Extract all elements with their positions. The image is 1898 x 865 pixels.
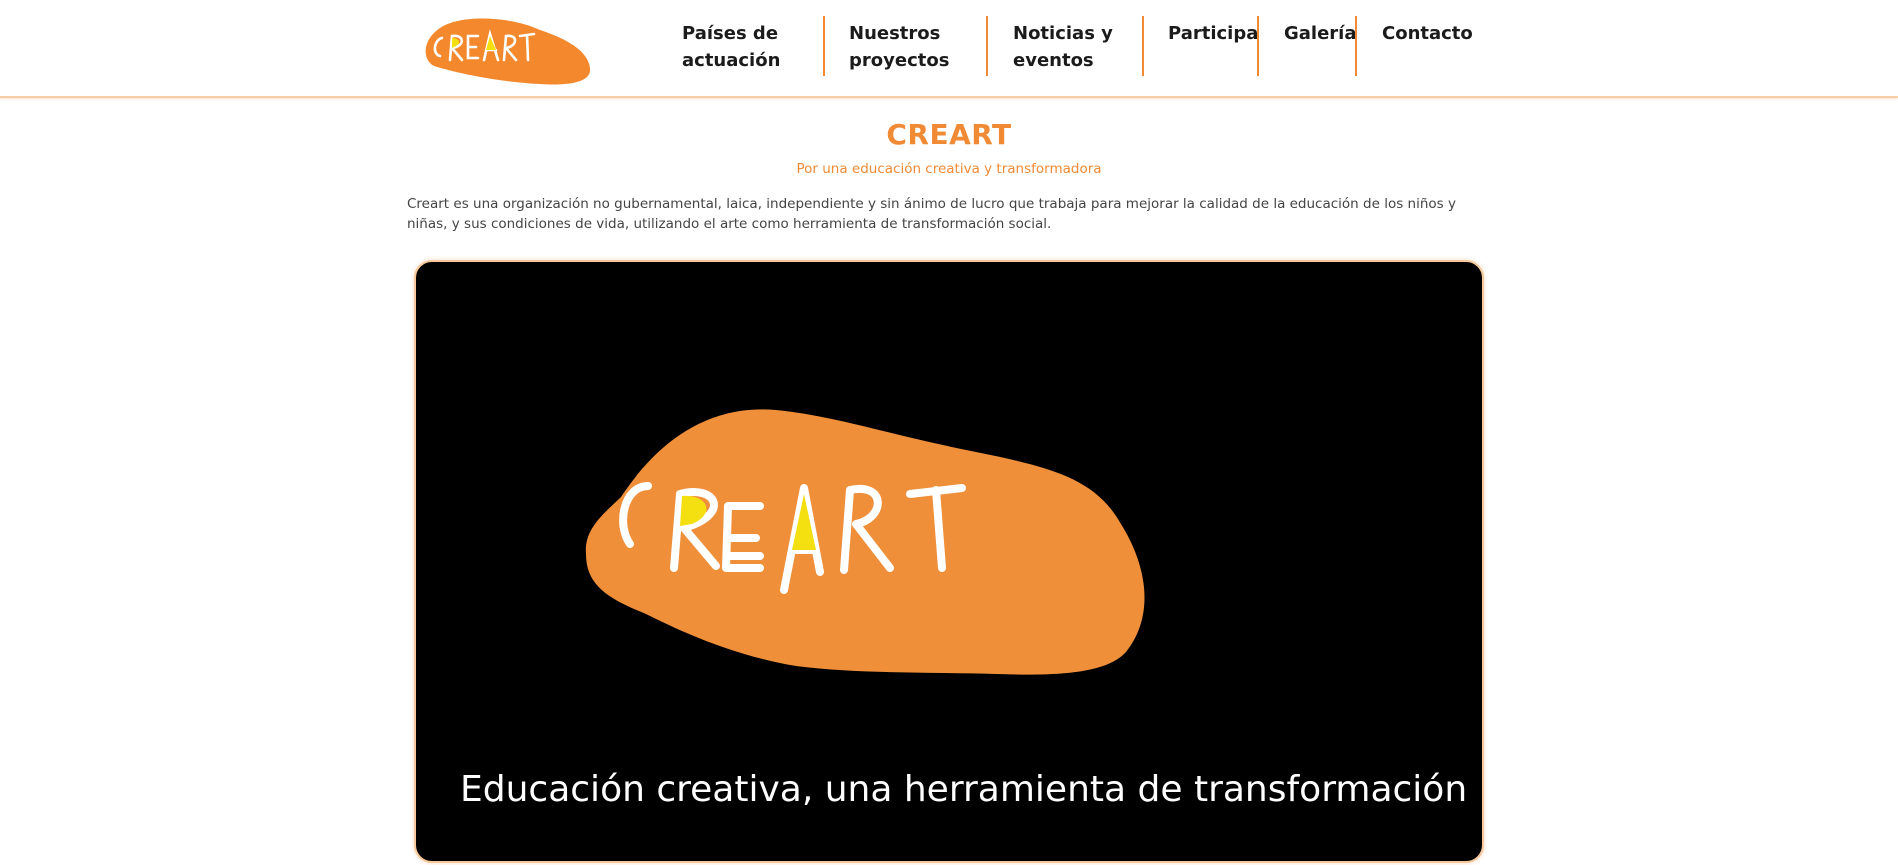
- nav-divider: [1142, 16, 1144, 76]
- main-nav: Países de actuación Nuestros proyectos N…: [0, 0, 1898, 98]
- nav-galeria[interactable]: Galería: [1284, 20, 1364, 47]
- nav-paises-de-actuacion[interactable]: Países de actuación: [682, 20, 812, 74]
- page-subtitle: Por una educación creativa y transformad…: [796, 161, 1102, 177]
- page-title: CREART: [886, 118, 1012, 151]
- video-caption: Educación creativa, una herramienta de t…: [460, 769, 1468, 810]
- site-header: Países de actuación Nuestros proyectos N…: [0, 0, 1898, 98]
- nav-divider: [1257, 16, 1259, 76]
- nav-participa[interactable]: Participa: [1168, 20, 1288, 47]
- intro-video[interactable]: Educación creativa, una herramienta de t…: [414, 260, 1484, 863]
- intro-paragraph: Creart es una organización no gubernamen…: [407, 196, 1456, 232]
- nav-noticias-y-eventos[interactable]: Noticias y eventos: [1013, 20, 1128, 74]
- nav-contacto[interactable]: Contacto: [1382, 20, 1502, 47]
- nav-divider: [986, 16, 988, 76]
- nav-nuestros-proyectos[interactable]: Nuestros proyectos: [849, 20, 969, 74]
- nav-divider: [823, 16, 825, 76]
- nav-divider: [1355, 16, 1357, 76]
